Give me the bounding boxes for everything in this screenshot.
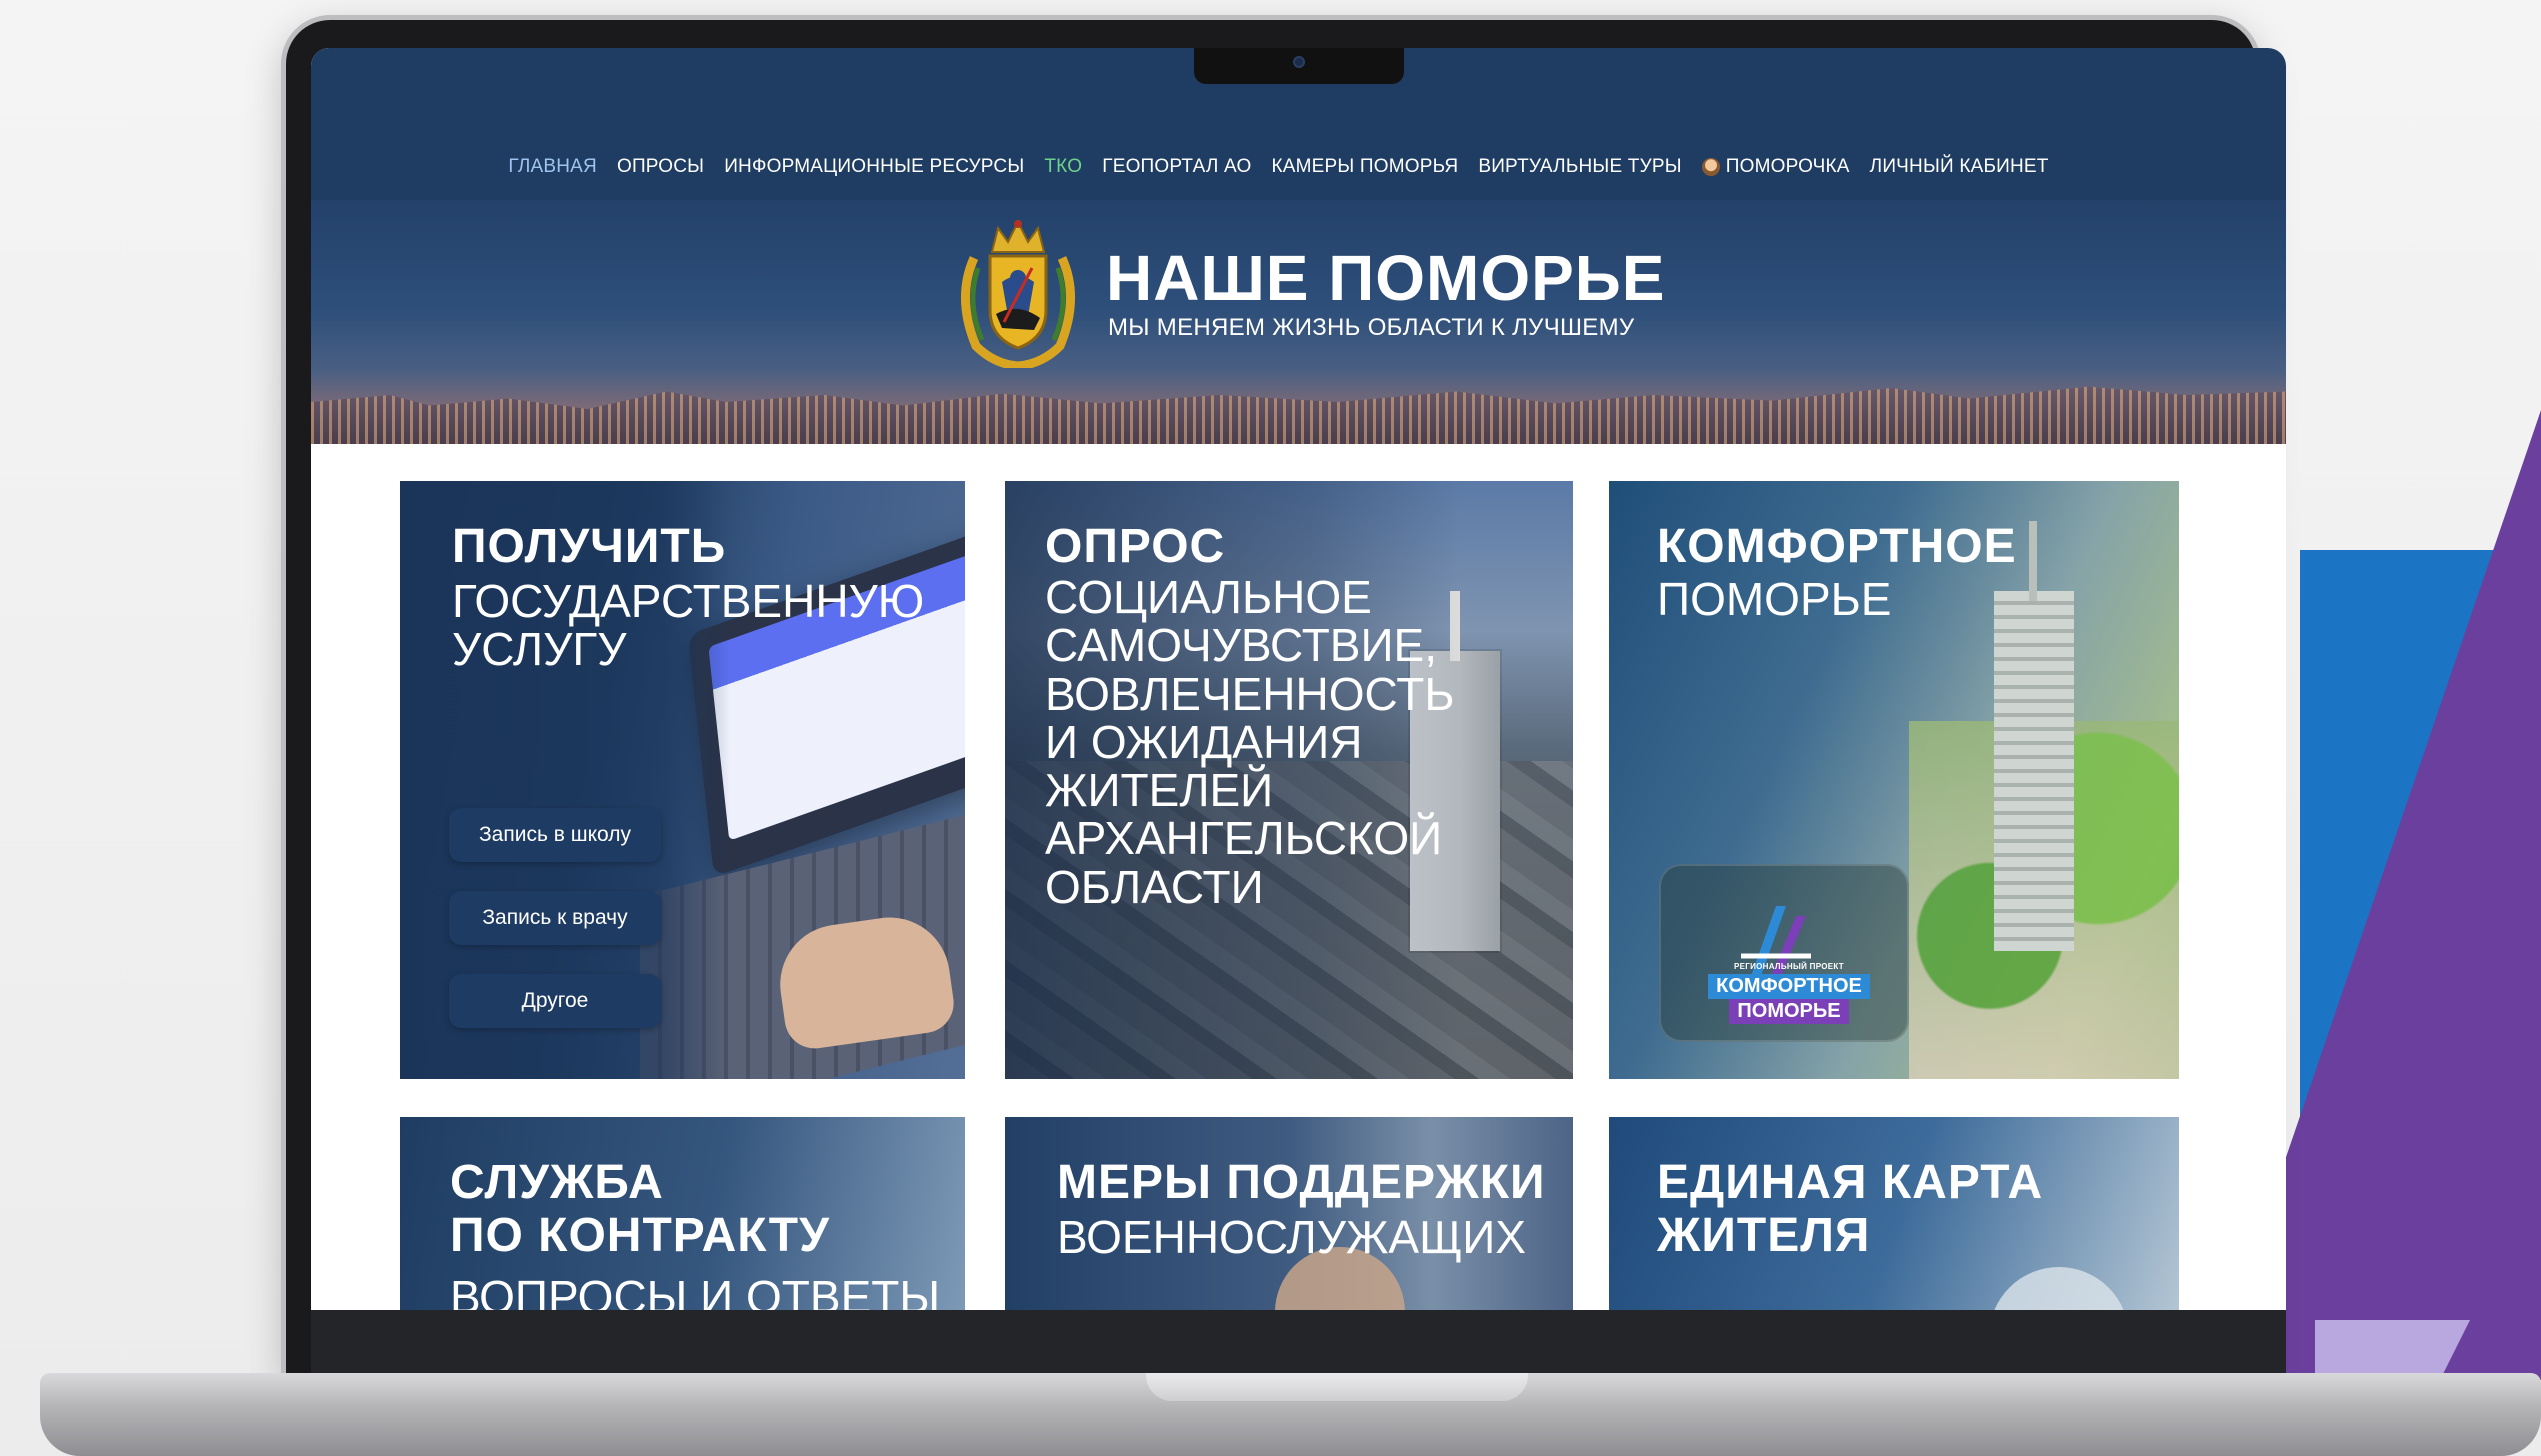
screen-bezel-bottom	[311, 1310, 2286, 1373]
tile-gosuslugi[interactable]: ПОЛУЧИТЬ ГОСУДАРСТВЕННУЮ УСЛУГУ Запись в…	[400, 481, 965, 1079]
site-title: НАШЕ ПОМОРЬЕ	[1106, 242, 1666, 314]
badge-line-1: КОМФОРТНОЕ	[1708, 974, 1870, 999]
tile-subtitle: ВОПРОСЫ И ОТВЕТЫ	[450, 1271, 941, 1310]
comfortable-pomorye-badge: РЕГИОНАЛЬНЫЙ ПРОЕКТ КОМФОРТНОЕ ПОМОРЬЕ	[1659, 864, 1909, 1042]
tile-military-support[interactable]: МЕРЫ ПОДДЕРЖКИ ВОЕННОСЛУЖАЩИХ	[1005, 1117, 1573, 1310]
nav-item-label: ГЕОПОРТАЛ АО	[1102, 156, 1252, 177]
tile-title: МЕРЫ ПОДДЕРЖКИ	[1057, 1156, 1546, 1209]
nav-item-label: ПОМОРОЧКА	[1725, 156, 1850, 177]
main-nav: ГЛАВНАЯ ОПРОСЫ ИНФОРМАЦИОННЫЕ РЕСУРСЫ ТК…	[508, 156, 2048, 178]
site-subtitle: МЫ МЕНЯЕМ ЖИЗНЬ ОБЛАСТИ К ЛУЧШЕМУ	[1108, 314, 1635, 341]
hero-banner: НАШЕ ПОМОРЬЕ МЫ МЕНЯЕМ ЖИЗНЬ ОБЛАСТИ К Л…	[311, 200, 2286, 444]
nav-item-geoportal[interactable]: ГЕОПОРТАЛ АО	[1102, 156, 1251, 178]
tile-title: ЕДИНАЯ КАРТА ЖИТЕЛЯ	[1657, 1156, 2044, 1262]
tile-title: ПОЛУЧИТЬ	[452, 520, 727, 573]
doctor-appointment-button[interactable]: Запись к врачу	[449, 891, 661, 945]
tile-contract-service[interactable]: СЛУЖБА ПО КОНТРАКТУ ВОПРОСЫ И ОТВЕТЫ	[400, 1117, 965, 1310]
spire-illustration	[2029, 521, 2037, 601]
nav-item-cameras[interactable]: КАМЕРЫ ПОМОРЬЯ	[1271, 156, 1458, 178]
other-services-button[interactable]: Другое	[449, 974, 661, 1028]
nav-item-label: ЛИЧНЫЙ КАБИНЕТ	[1869, 156, 2049, 177]
coat-of-arms-icon[interactable]	[954, 218, 1082, 368]
nav-item-personal-account[interactable]: ЛИЧНЫЙ КАБИНЕТ	[1870, 156, 2049, 178]
nav-item-info-resources[interactable]: ИНФОРМАЦИОННЫЕ РЕСУРСЫ	[724, 156, 1024, 178]
tile-subtitle: ПОМОРЬЕ	[1657, 573, 1892, 625]
tile-comfortable-pomorye[interactable]: КОМФОРТНОЕ ПОМОРЬЕ РЕГИОНАЛЬНЫЙ ПРОЕКТ К…	[1609, 481, 2179, 1079]
nav-item-label: КАМЕРЫ ПОМОРЬЯ	[1271, 156, 1459, 177]
nav-item-label: ТКО	[1044, 156, 1083, 177]
tile-title: КОМФОРТНОЕ	[1657, 520, 2017, 573]
tile-survey[interactable]: ОПРОС СОЦИАЛЬНОЕ САМОЧУВСТВИЕ, ВОВЛЕЧЕНН…	[1005, 481, 1573, 1079]
nav-item-tko[interactable]: ТКО	[1044, 156, 1082, 178]
badge-line-2: ПОМОРЬЕ	[1729, 999, 1849, 1024]
tower-illustration	[1994, 591, 2074, 951]
nav-item-label: ВИРТУАЛЬНЫЕ ТУРЫ	[1478, 156, 1682, 177]
nav-item-virtual-tours[interactable]: ВИРТУАЛЬНЫЕ ТУРЫ	[1478, 156, 1681, 178]
nav-item-surveys[interactable]: ОПРОСЫ	[617, 156, 704, 178]
trackpad-notch	[1146, 1373, 1528, 1401]
tile-subtitle: СОЦИАЛЬНОЕ САМОЧУВСТВИЕ, ВОВЛЕЧЕННОСТЬ И…	[1045, 571, 1455, 913]
nav-item-label: ГЛАВНАЯ	[508, 156, 597, 177]
camera-notch	[1194, 48, 1404, 84]
tile-resident-card[interactable]: ЕДИНАЯ КАРТА ЖИТЕЛЯ	[1609, 1117, 2179, 1310]
badge-text: РЕГИОНАЛЬНЫЙ ПРОЕКТ КОМФОРТНОЕ ПОМОРЬЕ	[1689, 962, 1889, 1024]
tile-subtitle: ВОЕННОСЛУЖАЩИХ	[1057, 1211, 1526, 1263]
nav-item-pomorochka[interactable]: ПОМОРОЧКА	[1701, 156, 1850, 178]
nav-item-label: ИНФОРМАЦИОННЫЕ РЕСУРСЫ	[724, 156, 1025, 177]
camera-icon	[1293, 56, 1305, 68]
nav-item-label: ОПРОСЫ	[616, 156, 705, 177]
badge-caption: РЕГИОНАЛЬНЫЙ ПРОЕКТ	[1734, 962, 1844, 971]
tile-subtitle: ГОСУДАРСТВЕННУЮ УСЛУГУ	[452, 575, 925, 676]
person-photo	[1989, 1267, 2129, 1310]
tile-title: СЛУЖБА ПО КОНТРАКТУ	[450, 1156, 830, 1262]
school-enrollment-button[interactable]: Запись в школу	[449, 808, 661, 862]
city-skyline	[311, 386, 2286, 444]
laptop-screen: ГЛАВНАЯ ОПРОСЫ ИНФОРМАЦИОННЫЕ РЕСУРСЫ ТК…	[311, 48, 2286, 1310]
laptop-base	[40, 1373, 2541, 1456]
tile-title: ОПРОС	[1045, 520, 1226, 573]
nav-item-home[interactable]: ГЛАВНАЯ	[508, 156, 597, 178]
avatar-icon	[1701, 158, 1720, 176]
